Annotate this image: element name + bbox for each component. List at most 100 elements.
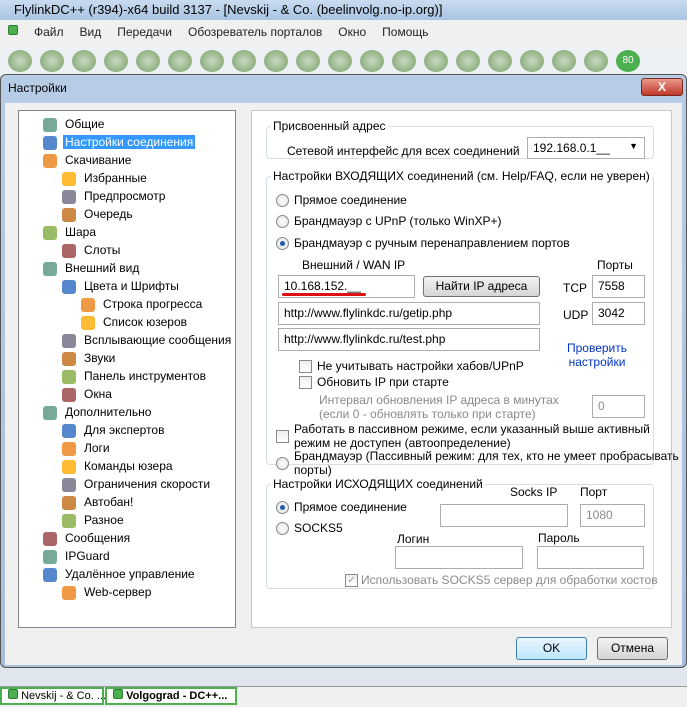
tree-item[interactable]: Панель инструментов — [62, 368, 208, 385]
power-icon[interactable] — [584, 50, 608, 72]
tree-item[interactable]: Команды юзера — [62, 458, 175, 475]
tree-item[interactable]: Внешний вид — [43, 260, 141, 277]
check-settings-link[interactable]: Проверить настройки — [557, 341, 637, 369]
menu-portals[interactable]: Обозреватель порталов — [188, 25, 322, 44]
tree-item[interactable]: Ограничения скорости — [62, 476, 212, 493]
refresh-icon[interactable] — [40, 50, 64, 72]
tree-item-icon — [62, 352, 76, 366]
tree-item[interactable]: Список юзеров — [81, 314, 189, 331]
passive-checkbox[interactable] — [276, 430, 289, 443]
tree-item[interactable]: Настройки соединения — [43, 134, 196, 151]
tree-item[interactable]: Web-сервер — [62, 584, 153, 601]
group-title: Присвоенный адрес — [273, 119, 386, 133]
edit-icon[interactable] — [520, 50, 544, 72]
test-url-input[interactable]: http://www.flylinkdc.ru/test.php — [278, 328, 540, 351]
filelist-icon[interactable] — [424, 50, 448, 72]
radio-passive[interactable] — [276, 457, 289, 470]
tree-item[interactable]: Разное — [62, 512, 126, 529]
user-icon[interactable] — [552, 50, 576, 72]
ball-icon[interactable] — [488, 50, 512, 72]
tree-item-icon — [62, 334, 76, 348]
tree-item-label: IPGuard — [65, 549, 110, 563]
tree-item[interactable]: Для экспертов — [62, 422, 166, 439]
tree-item[interactable]: Окна — [62, 386, 114, 403]
tree-item[interactable]: Всплывающие сообщения — [62, 332, 233, 349]
users-icon[interactable] — [104, 50, 128, 72]
tree-item[interactable]: Автобан! — [62, 494, 135, 511]
close-button[interactable]: X — [641, 78, 683, 96]
queue-icon[interactable] — [136, 50, 160, 72]
interface-label: Сетевой интерфейс для всех соединений — [287, 144, 520, 158]
settings-tree[interactable]: Общие Настройки соединения Скачивание Избра… — [18, 110, 236, 628]
ignore-hubs-checkbox[interactable] — [299, 360, 312, 373]
tree-item[interactable]: Очередь — [62, 206, 135, 223]
tree-item-icon — [62, 244, 76, 258]
getip-url-input[interactable]: http://www.flylinkdc.ru/getip.php — [278, 302, 540, 325]
tree-item-icon — [62, 496, 76, 510]
tree-item-icon — [62, 208, 76, 222]
globe-search-icon[interactable] — [360, 50, 384, 72]
radio-upnp[interactable] — [276, 215, 289, 228]
tree-item[interactable]: Предпросмотр — [62, 188, 167, 205]
tree-item-label: Скачивание — [65, 153, 132, 167]
connection-settings-panel: Присвоенный адрес Сетевой интерфейс для … — [251, 110, 679, 628]
hub-icon — [8, 689, 18, 699]
tree-item[interactable]: Удалённое управление — [43, 566, 197, 583]
hub-tab-nevskij[interactable]: Nevskij - & Co. ... — [0, 687, 106, 705]
cd-icon[interactable] — [456, 50, 480, 72]
tree-item[interactable]: Скачивание — [43, 152, 133, 169]
reconnect-icon[interactable] — [8, 50, 32, 72]
notepad-icon[interactable] — [392, 50, 416, 72]
radio-socks5[interactable] — [276, 522, 289, 535]
tree-item[interactable]: Слоты — [62, 242, 122, 259]
tree-item[interactable]: Звуки — [62, 350, 117, 367]
tree-item[interactable]: Строка прогресса — [81, 296, 204, 313]
tree-item-label: Логи — [84, 441, 110, 455]
radio-direct[interactable] — [276, 194, 289, 207]
radio-manual[interactable] — [276, 237, 289, 250]
menu-help[interactable]: Помощь — [382, 25, 428, 44]
udp-port-input[interactable]: 3042 — [592, 302, 645, 325]
password-input[interactable] — [537, 546, 644, 569]
login-input[interactable] — [395, 546, 523, 569]
limit-badge-icon[interactable]: 80 — [616, 50, 640, 72]
upload-finished-icon[interactable] — [264, 50, 288, 72]
ok-button[interactable]: OK — [516, 637, 587, 660]
menu-view[interactable]: Вид — [80, 25, 102, 44]
tree-item[interactable]: Сообщения — [43, 530, 132, 547]
tree-item[interactable]: Логи — [62, 440, 112, 457]
menu-file[interactable]: Файл — [34, 25, 64, 44]
tree-item[interactable]: Шара — [43, 224, 98, 241]
socks-ip-input[interactable] — [440, 504, 568, 527]
update-ip-label: Обновить IP при старте — [317, 375, 449, 389]
tree-item-icon — [43, 262, 57, 276]
tree-item[interactable]: Дополнительно — [43, 404, 153, 421]
favorites-icon[interactable] — [72, 50, 96, 72]
adl-search-icon[interactable] — [328, 50, 352, 72]
finished-icon[interactable] — [200, 50, 224, 72]
interface-select[interactable]: 192.168.0.1__ ▼ — [527, 137, 645, 159]
tree-item[interactable]: IPGuard — [43, 548, 112, 565]
find-ip-button[interactable]: Найти IP адреса — [423, 276, 540, 297]
menu-window[interactable]: Окно — [338, 25, 366, 44]
app-icon — [8, 25, 18, 35]
upload-icon[interactable] — [232, 50, 256, 72]
socks-hosts-checkbox[interactable]: ✓ — [345, 574, 358, 587]
hub-tab-volgograd[interactable]: Volgograd - DC++... — [105, 687, 237, 705]
interval-input[interactable]: 0 — [592, 395, 645, 418]
menu-bar: Файл Вид Передачи Обозреватель порталов … — [0, 20, 687, 44]
search-icon[interactable] — [296, 50, 320, 72]
tree-item-label: Настройки соединения — [63, 135, 196, 149]
tree-item-icon — [43, 136, 57, 150]
tree-item[interactable]: Избранные — [62, 170, 149, 187]
menu-transfers[interactable]: Передачи — [117, 25, 172, 44]
cancel-button[interactable]: Отмена — [597, 637, 668, 660]
tree-item[interactable]: Цвета и Шрифты — [62, 278, 181, 295]
tcp-port-input[interactable]: 7558 — [592, 275, 645, 298]
radio-out-direct[interactable] — [276, 501, 289, 514]
tree-item[interactable]: Общие — [43, 116, 106, 133]
login-label: Логин — [397, 532, 430, 546]
download-icon[interactable] — [168, 50, 192, 72]
update-ip-checkbox[interactable] — [299, 376, 312, 389]
socks-port-input[interactable]: 1080 — [580, 504, 645, 527]
